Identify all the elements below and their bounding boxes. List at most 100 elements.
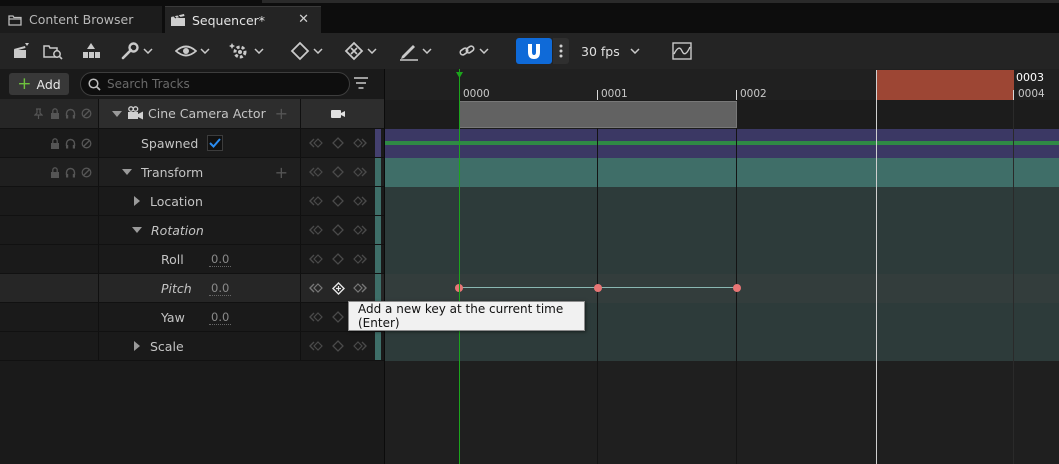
add-key-icon[interactable] [330, 280, 346, 296]
snap-options-button[interactable] [553, 38, 569, 64]
disable-icon[interactable] [81, 138, 92, 149]
prev-key-icon[interactable] [308, 135, 324, 151]
pin-icon[interactable] [33, 108, 44, 119]
hierarchy-icon [80, 41, 102, 61]
track-label: Transform [141, 164, 204, 180]
snap-toggle[interactable] [516, 38, 552, 64]
add-key-plus-icon[interactable]: + [275, 163, 288, 182]
add-key-icon[interactable] [330, 164, 346, 180]
prev-key-icon[interactable] [308, 164, 324, 180]
disable-icon[interactable] [81, 108, 92, 119]
track-row-spawned[interactable]: Spawned [0, 129, 384, 158]
save-button[interactable] [12, 39, 30, 63]
spawned-checkbox[interactable] [207, 135, 223, 151]
spawned-bool-bar [385, 141, 1059, 145]
search-input[interactable] [107, 77, 327, 91]
next-key-icon[interactable] [352, 135, 368, 151]
expand-arrow-icon[interactable] [134, 196, 140, 206]
add-key-icon[interactable] [330, 135, 346, 151]
playhead-handle[interactable] [456, 69, 464, 83]
tab-content-browser[interactable]: Content Browser [0, 6, 162, 33]
link-dropdown[interactable] [458, 39, 489, 63]
grid-line [1013, 100, 1014, 464]
content-browser-icon [7, 12, 23, 28]
track-row-scale[interactable]: Scale [0, 332, 384, 361]
prev-key-icon[interactable] [308, 193, 324, 209]
prev-key-icon[interactable] [308, 309, 324, 325]
eye-icon [175, 44, 197, 58]
add-track-plus-icon[interactable]: + [275, 104, 288, 123]
collapse-arrow-icon[interactable] [122, 169, 132, 175]
headphones-icon[interactable] [65, 167, 76, 178]
track-color-bar [375, 245, 381, 273]
next-key-icon[interactable] [352, 251, 368, 267]
next-key-icon[interactable] [352, 280, 368, 296]
hierarchy-button[interactable] [80, 39, 102, 63]
key-interp-dropdown[interactable] [290, 39, 323, 63]
checkmark-icon [209, 138, 221, 148]
roll-value-field[interactable]: 0.0 [209, 252, 232, 267]
clapperboard-icon [170, 12, 186, 28]
track-name-cell: Spawned [99, 129, 300, 157]
collapse-arrow-icon[interactable] [132, 227, 142, 233]
key-controls [301, 274, 375, 302]
camera-cut-icon[interactable] [330, 109, 346, 119]
framerate-label: 30 fps [581, 43, 620, 59]
track-name-cell: Cine Camera Actor + [99, 99, 300, 128]
track-row-yaw[interactable]: Yaw 0.0 [0, 303, 384, 332]
yaw-value-field[interactable]: 0.0 [209, 310, 232, 325]
track-row-roll[interactable]: Roll 0.0 [0, 245, 384, 274]
filter-button[interactable] [354, 77, 368, 92]
keyframe[interactable] [594, 284, 602, 292]
add-track-button[interactable]: + Add [9, 73, 69, 95]
browse-button[interactable] [42, 39, 64, 63]
headphones-icon[interactable] [65, 108, 76, 119]
add-key-icon[interactable] [330, 309, 346, 325]
keyframe[interactable] [733, 284, 741, 292]
track-row-pitch[interactable]: Pitch 0.0 [0, 274, 384, 303]
lane-transform [385, 158, 1059, 187]
actions-dropdown[interactable] [229, 39, 264, 63]
tab-sequencer[interactable]: Sequencer* ✕ [165, 6, 321, 33]
key-options-dropdown[interactable] [344, 39, 377, 63]
next-key-icon[interactable] [352, 193, 368, 209]
pitch-value-field[interactable]: 0.0 [209, 281, 232, 296]
add-key-icon[interactable] [330, 251, 346, 267]
next-key-icon[interactable] [352, 338, 368, 354]
diamond-cross-icon [344, 41, 364, 61]
add-key-icon[interactable] [330, 193, 346, 209]
prev-key-icon[interactable] [308, 222, 324, 238]
next-key-icon[interactable] [352, 164, 368, 180]
track-row-location[interactable]: Location [0, 187, 384, 216]
track-row-transform[interactable]: Transform + [0, 158, 384, 187]
add-key-icon[interactable] [330, 338, 346, 354]
tools-dropdown[interactable] [120, 39, 153, 63]
collapse-arrow-icon[interactable] [112, 110, 122, 117]
magnet-icon [525, 42, 543, 60]
framerate-dropdown[interactable]: 30 fps [581, 39, 640, 63]
track-row-rotation[interactable]: Rotation [0, 216, 384, 245]
curve-editor-button[interactable] [672, 39, 692, 63]
prev-key-icon[interactable] [308, 338, 324, 354]
tab-label: Content Browser [29, 12, 134, 27]
disable-icon[interactable] [81, 167, 92, 178]
camera-section-bar[interactable] [459, 101, 737, 128]
view-dropdown[interactable] [175, 39, 210, 63]
lock-icon[interactable] [49, 137, 60, 149]
playhead-line[interactable] [459, 69, 460, 464]
track-row-cine-camera-actor[interactable]: Cine Camera Actor + [0, 99, 384, 129]
playback-end-range[interactable] [876, 70, 1014, 100]
lock-icon[interactable] [49, 108, 60, 119]
expand-arrow-icon[interactable] [134, 341, 140, 351]
camera-cut-cell [301, 99, 375, 128]
search-tracks-field[interactable] [80, 72, 350, 96]
edit-dropdown[interactable] [399, 39, 432, 63]
headphones-icon[interactable] [65, 138, 76, 149]
prev-key-icon[interactable] [308, 251, 324, 267]
next-key-icon[interactable] [352, 222, 368, 238]
prev-key-icon[interactable] [308, 280, 324, 296]
close-icon[interactable]: ✕ [298, 12, 309, 27]
playback-end-line[interactable] [876, 70, 877, 464]
lock-icon[interactable] [49, 166, 60, 178]
add-key-icon[interactable] [330, 222, 346, 238]
